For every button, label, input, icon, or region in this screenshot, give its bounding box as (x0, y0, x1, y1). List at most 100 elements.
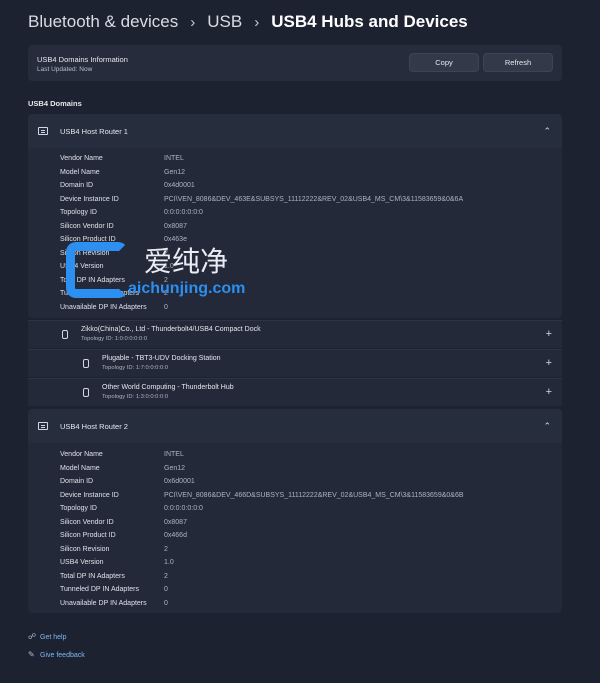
plus-icon[interactable]: + (546, 357, 552, 369)
device-name: Zikko(China)Co., Ltd - Thunderbolt4/USB4… (81, 326, 261, 333)
prop-value: 0x8087 (164, 518, 187, 526)
prop-row: Model Name Gen12 (60, 169, 530, 182)
router-panel-2: USB4 Host Router 2 ⌃ Vendor Name INTEL Mo… (28, 409, 562, 613)
usb-device-icon (83, 359, 89, 368)
prop-key: Device Instance ID (60, 491, 119, 499)
prop-value: 0 (164, 599, 168, 607)
prop-key: Topology ID (60, 209, 97, 216)
prop-row: Vendor Name INTEL (60, 451, 530, 464)
prop-value: 0x8087 (164, 222, 187, 230)
domains-info-card: USB4 Domains Information Last Updated: N… (28, 45, 562, 81)
prop-row: Silicon Revision 2 (60, 546, 530, 559)
prop-value: 0x466d (164, 532, 187, 539)
prop-value: PCI\VEN_8086&DEV_463E&SUBSYS_11112222&RE… (164, 195, 464, 203)
device-name: Plugable - TBT3-UDV Docking Station (102, 355, 221, 362)
prop-key: USB4 Version (60, 559, 104, 566)
prop-key: Vendor Name (60, 155, 103, 162)
prop-key: Model Name (60, 168, 100, 176)
chevron-right-icon: › (190, 13, 196, 31)
usb-device-icon (83, 388, 89, 397)
last-updated-text: Last Updated: Now (37, 66, 93, 73)
prop-key: Silicon Revision (60, 545, 110, 553)
prop-row: Unavailable DP IN Adapters 0 (60, 304, 530, 317)
prop-row: USB4 Version 1.0 (60, 559, 530, 572)
prop-row: Domain ID 0x4d0001 (60, 182, 530, 195)
prop-row: Vendor Name INTEL (60, 155, 530, 168)
breadcrumb-item-usb[interactable]: USB (207, 12, 242, 32)
copy-button[interactable]: Copy (409, 53, 479, 72)
chevron-up-icon[interactable]: ⌃ (543, 421, 551, 432)
get-help-label: Get help (40, 634, 67, 641)
refresh-button[interactable]: Refresh (483, 53, 553, 72)
prop-key: Silicon Vendor ID (60, 222, 114, 230)
prop-row: Silicon Product ID 0x466d (60, 532, 530, 545)
prop-row: Total DP IN Adapters 2 (60, 573, 530, 586)
prop-key: Tunneled DP IN Adapters (60, 586, 139, 593)
prop-row: Device Instance ID PCI\VEN_8086&DEV_466D&… (60, 492, 530, 505)
prop-key: Vendor Name (60, 451, 103, 458)
prop-row: Device Instance ID PCI\VEN_8086&DEV_463E&… (60, 196, 530, 209)
breadcrumb: Bluetooth & devices › USB › USB4 Hubs an… (28, 12, 468, 32)
device-topology: Topology ID: 1:7:0:0:0:0:0 (102, 365, 169, 371)
prop-value: 1.0 (164, 559, 174, 566)
help-icon: ☍ (28, 632, 37, 641)
get-help-link[interactable]: ☍ Get help (28, 632, 66, 641)
section-title: USB4 Domains (28, 99, 82, 108)
router-header-1[interactable]: USB4 Host Router 1 ⌃ (28, 114, 562, 148)
prop-key: Domain ID (60, 478, 94, 485)
plus-icon[interactable]: + (546, 386, 552, 398)
prop-value: Gen12 (164, 168, 186, 176)
device-row[interactable]: Zikko(China)Co., Ltd - Thunderbolt4/USB4… (28, 320, 562, 348)
plus-icon[interactable]: + (546, 328, 552, 340)
prop-value: 0x6d0001 (164, 478, 195, 485)
prop-row: Topology ID 0:0:0:0:0:0:0 (60, 209, 530, 222)
prop-value: 2 (164, 572, 168, 580)
device-name: Other World Computing - Thunderbolt Hub (102, 384, 234, 391)
prop-row: Topology ID 0:0:0:0:0:0:0 (60, 505, 530, 518)
prop-value: 0 (164, 586, 168, 593)
prop-row: Tunneled DP IN Adapters 0 (60, 586, 530, 599)
router-name: USB4 Host Router 1 (60, 127, 128, 136)
device-topology: Topology ID: 1:3:0:0:0:0:0 (102, 394, 169, 400)
prop-row: Silicon Vendor ID 0x8087 (60, 519, 530, 532)
breadcrumb-item-bluetooth[interactable]: Bluetooth & devices (28, 12, 178, 32)
router-icon (38, 127, 48, 135)
prop-value: Gen12 (164, 464, 186, 472)
prop-value: PCI\VEN_8086&DEV_466D&SUBSYS_11112222&RE… (164, 491, 464, 499)
router-header-2[interactable]: USB4 Host Router 2 ⌃ (28, 409, 562, 443)
router-icon (38, 422, 48, 430)
prop-key: Topology ID (60, 505, 97, 512)
prop-key: Model Name (60, 464, 100, 472)
watermark: 爱纯净 aichunjing.com (66, 240, 276, 304)
watermark-logo-icon (66, 242, 128, 298)
prop-row: Domain ID 0x6d0001 (60, 478, 530, 491)
watermark-text: 爱纯净 (144, 245, 229, 278)
prop-row: Model Name Gen12 (60, 465, 530, 478)
prop-key: Domain ID (60, 182, 94, 189)
prop-value: 2 (164, 545, 168, 553)
prop-row: Silicon Vendor ID 0x8087 (60, 223, 530, 236)
give-feedback-label: Give feedback (40, 652, 85, 659)
device-row[interactable]: Other World Computing - Thunderbolt Hub … (28, 378, 562, 406)
prop-value: 0:0:0:0:0:0:0 (164, 505, 203, 512)
page-title: USB4 Hubs and Devices (271, 12, 468, 31)
device-row[interactable]: Plugable - TBT3-UDV Docking Station Topo… (28, 349, 562, 377)
device-topology: Topology ID: 1:0:0:0:0:0:0 (81, 336, 148, 342)
prop-row: Unavailable DP IN Adapters 0 (60, 600, 530, 613)
prop-key: Unavailable DP IN Adapters (60, 599, 147, 607)
give-feedback-link[interactable]: ✎ Give feedback (28, 650, 85, 659)
prop-key: Device Instance ID (60, 195, 119, 203)
prop-value: 0x4d0001 (164, 182, 195, 189)
prop-key: Silicon Vendor ID (60, 518, 114, 526)
prop-value: INTEL (164, 451, 184, 458)
prop-value: INTEL (164, 155, 184, 162)
prop-key: Total DP IN Adapters (60, 572, 125, 580)
feedback-icon: ✎ (28, 650, 35, 659)
prop-key: Unavailable DP IN Adapters (60, 303, 147, 311)
usb-device-icon (62, 330, 68, 339)
chevron-up-icon[interactable]: ⌃ (543, 126, 551, 137)
watermark-url: aichunjing.com (128, 280, 246, 297)
prop-value: 0 (164, 303, 168, 311)
prop-value: 0:0:0:0:0:0:0 (164, 209, 203, 216)
chevron-right-icon: › (254, 13, 260, 31)
